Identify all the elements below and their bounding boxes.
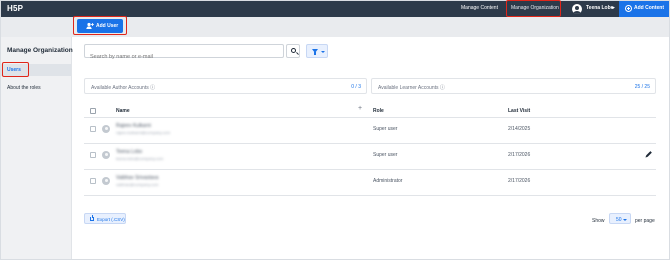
user-last-visit: 2/17/2026 [508, 152, 531, 158]
highlight-add-user [73, 16, 127, 35]
h5p-logo[interactable]: H5P [7, 4, 23, 13]
add-content-button[interactable]: Add Content [619, 1, 669, 17]
highlight-manage-organization [506, 0, 561, 17]
top-navigation-bar: H5P Manage Content Manage Organization T… [1, 1, 669, 17]
column-role[interactable]: Role [373, 108, 384, 114]
per-page-label: per page [635, 218, 655, 224]
user-name: Teena Lobo [116, 149, 143, 155]
row-checkbox[interactable] [90, 126, 96, 132]
download-icon [90, 215, 94, 221]
user-avatar-icon[interactable] [572, 4, 582, 14]
learner-accounts-label: Available Learner Accounts ⓘ [378, 85, 445, 91]
add-content-label: Add Content [634, 5, 664, 11]
user-role: Administrator [373, 178, 403, 184]
user-email: teena.lobo@company.com [116, 156, 164, 161]
author-accounts-card: Available Author Accounts ⓘ 0 / 3 [84, 78, 367, 94]
user-avatar-icon [102, 177, 110, 185]
export-label: Export (.CSV) [97, 216, 125, 222]
row-checkbox[interactable] [90, 152, 96, 158]
filter-icon [312, 49, 318, 55]
page-size-select[interactable]: 50 [609, 213, 631, 224]
user-name: Vaibhav Srivastava [116, 175, 159, 181]
page-size-value: 50 [616, 216, 622, 223]
user-email: rajeev.kulkarni@company.com [116, 130, 171, 135]
search-button[interactable] [286, 44, 300, 58]
learner-accounts-card: Available Learner Accounts ⓘ 25 / 25 [371, 78, 656, 94]
chevron-down-icon [321, 51, 325, 53]
show-label: Show [592, 218, 605, 224]
search-field[interactable] [84, 44, 284, 63]
table-row[interactable]: Teena Lobo teena.lobo@company.com Super … [84, 144, 656, 170]
filter-button[interactable] [306, 44, 328, 58]
select-all-checkbox[interactable] [90, 108, 96, 114]
user-email: vaibhav@company.com [116, 182, 159, 187]
users-table-header: Name + Role Last Visit [84, 104, 656, 118]
add-column-icon[interactable]: + [358, 105, 362, 112]
author-accounts-label: Available Author Accounts ⓘ [91, 85, 156, 91]
user-avatar-icon [102, 125, 110, 133]
user-role: Super user [373, 126, 398, 132]
column-last-visit[interactable]: Last Visit [508, 108, 530, 114]
chevron-down-icon[interactable] [611, 7, 615, 9]
column-name[interactable]: Name [116, 108, 130, 114]
user-menu-name[interactable]: Teena Lobo [586, 5, 614, 11]
nav-manage-content[interactable]: Manage Content [461, 5, 498, 11]
learner-accounts-value: 25 / 25 [634, 84, 650, 90]
user-avatar-icon [102, 151, 110, 159]
table-row[interactable]: Rajeev Kulkarni rajeev.kulkarni@company.… [84, 118, 656, 144]
user-last-visit: 2/14/2025 [508, 126, 531, 132]
sidebar-item-about-roles[interactable]: About the roles [7, 85, 41, 91]
user-name: Rajeev Kulkarni [116, 123, 152, 129]
search-icon [291, 48, 296, 53]
highlight-users [2, 62, 29, 77]
table-row[interactable]: Vaibhav Srivastava vaibhav@company.com A… [84, 170, 656, 196]
search-input[interactable] [85, 51, 275, 63]
row-checkbox[interactable] [90, 178, 96, 184]
author-accounts-value: 0 / 3 [351, 84, 361, 90]
chevron-down-icon [623, 218, 627, 221]
plus-circle-icon [625, 5, 632, 12]
export-csv-button[interactable]: Export (.CSV) [84, 213, 126, 224]
user-role: Super user [373, 152, 398, 158]
sidebar-title: Manage Organization [7, 47, 73, 54]
edit-pencil-icon[interactable] [646, 151, 652, 157]
user-last-visit: 2/17/2026 [508, 178, 531, 184]
